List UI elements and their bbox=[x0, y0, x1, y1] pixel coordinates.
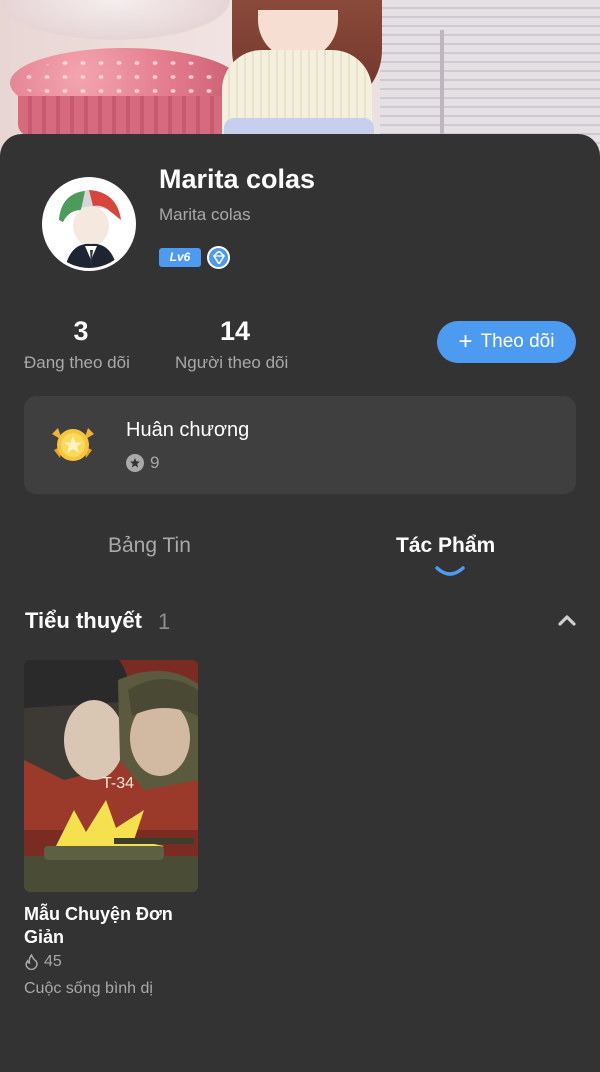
medals-title: Huân chương bbox=[126, 419, 250, 441]
plus-icon: + bbox=[458, 328, 473, 355]
section-title: Tiểu thuyết bbox=[25, 608, 142, 633]
medals-count-value: 9 bbox=[150, 453, 160, 472]
avatar[interactable] bbox=[42, 177, 136, 271]
followers-count[interactable]: 14 bbox=[205, 316, 265, 347]
following-count[interactable]: 3 bbox=[60, 316, 102, 347]
medals-count: 9 bbox=[126, 453, 159, 473]
diamond-badge-icon bbox=[207, 246, 230, 269]
profile-username: Marita colas bbox=[159, 205, 251, 224]
tab-works[interactable]: Tác Phẩm bbox=[396, 534, 495, 558]
profile-name: Marita colas bbox=[159, 164, 316, 194]
flame-icon bbox=[25, 954, 38, 970]
book-cover[interactable]: T-34 bbox=[24, 660, 198, 892]
follow-button[interactable]: + Theo dõi bbox=[437, 321, 576, 363]
tab-news[interactable]: Bảng Tin bbox=[108, 534, 191, 558]
level-badge: Lv6 bbox=[159, 248, 201, 267]
tab-active-indicator bbox=[435, 566, 465, 576]
svg-text:T-34: T-34 bbox=[102, 775, 134, 792]
following-label[interactable]: Đang theo dõi bbox=[24, 353, 130, 373]
book-title[interactable]: Mẫu Chuyện Đơn Giản bbox=[24, 903, 204, 949]
section-count: 1 bbox=[158, 609, 171, 634]
book-stats: 45 bbox=[24, 953, 62, 971]
book-views: 45 bbox=[44, 953, 62, 970]
book-genre: Cuộc sống bình dị bbox=[24, 980, 153, 997]
chevron-up-icon[interactable] bbox=[556, 611, 578, 629]
followers-label[interactable]: Người theo dõi bbox=[175, 353, 288, 373]
medal-icon bbox=[48, 420, 98, 470]
star-circle-icon bbox=[126, 454, 144, 472]
medals-card[interactable] bbox=[24, 396, 576, 494]
follow-button-label: Theo dõi bbox=[480, 331, 555, 352]
